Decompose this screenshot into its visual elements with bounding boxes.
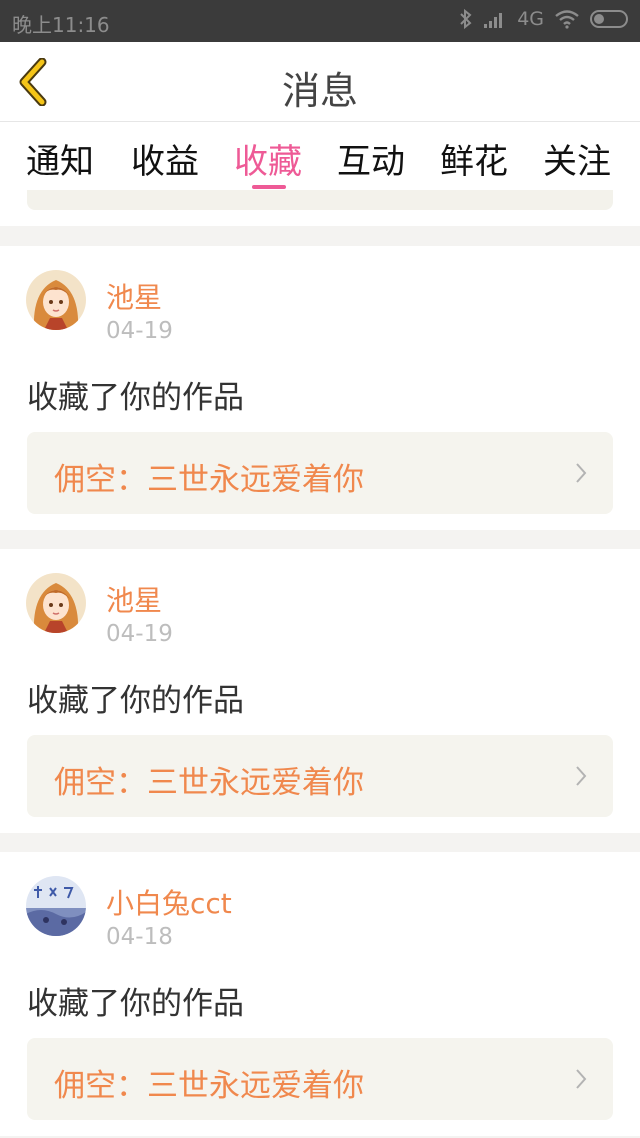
message-card: 池星 04-19 收藏了你的作品 佣空：三世永远爱着你 <box>0 246 640 530</box>
battery-icon <box>590 10 628 28</box>
page-title: 消息 <box>281 69 358 113</box>
avatar[interactable] <box>26 876 86 936</box>
message-date: 04-18 <box>106 924 173 950</box>
anime-girl-avatar-icon <box>26 573 86 633</box>
previous-work-box <box>27 190 613 210</box>
action-text: 收藏了你的作品 <box>27 683 244 719</box>
header-bar: 消息 <box>0 42 640 122</box>
blue-scene-avatar-icon <box>26 876 86 936</box>
tab-interactions[interactable]: 互动 <box>337 134 405 183</box>
tab-bar: 通知 收益 收藏 互动 鲜花 关注 <box>0 122 640 190</box>
tab-favorites[interactable]: 收藏 <box>234 134 302 183</box>
work-link[interactable]: 佣空：三世永远爱着你 <box>27 735 613 817</box>
username[interactable]: 池星 <box>106 579 162 619</box>
status-icons: 4G <box>459 8 628 30</box>
message-date: 04-19 <box>106 621 173 647</box>
action-text: 收藏了你的作品 <box>27 380 244 416</box>
work-title: 佣空：三世永远爱着你 <box>54 765 364 801</box>
avatar[interactable] <box>26 270 86 330</box>
username[interactable]: 小白兔cct <box>106 882 232 922</box>
work-link[interactable]: 佣空：三世永远爱着你 <box>27 432 613 514</box>
message-card: 小白兔cct 04-18 收藏了你的作品 佣空：三世永远爱着你 <box>0 852 640 1136</box>
work-title: 佣空：三世永远爱着你 <box>54 462 364 498</box>
status-bar: 晚上11:16 4G <box>0 0 640 42</box>
work-title: 佣空：三世永远爱着你 <box>54 1068 364 1104</box>
message-date: 04-19 <box>106 318 173 344</box>
tab-notifications[interactable]: 通知 <box>26 134 94 183</box>
anime-girl-avatar-icon <box>26 270 86 330</box>
bluetooth-icon <box>460 8 472 30</box>
tab-flowers[interactable]: 鲜花 <box>440 134 508 183</box>
avatar[interactable] <box>26 573 86 633</box>
chevron-right-icon <box>576 766 587 786</box>
username[interactable]: 池星 <box>106 276 162 316</box>
tab-follows[interactable]: 关注 <box>543 134 611 183</box>
message-card: 池星 04-19 收藏了你的作品 佣空：三世永远爱着你 <box>0 549 640 833</box>
active-tab-indicator <box>252 185 286 189</box>
chevron-right-icon <box>576 463 587 483</box>
wifi-icon <box>555 10 579 29</box>
chevron-right-icon <box>576 1069 587 1089</box>
tab-earnings[interactable]: 收益 <box>131 134 199 183</box>
network-type: 4G <box>517 8 544 30</box>
previous-card-tail <box>0 190 640 226</box>
status-time: 晚上11:16 <box>12 13 110 37</box>
action-text: 收藏了你的作品 <box>27 986 244 1022</box>
work-link[interactable]: 佣空：三世永远爱着你 <box>27 1038 613 1120</box>
signal-icon <box>484 13 503 28</box>
